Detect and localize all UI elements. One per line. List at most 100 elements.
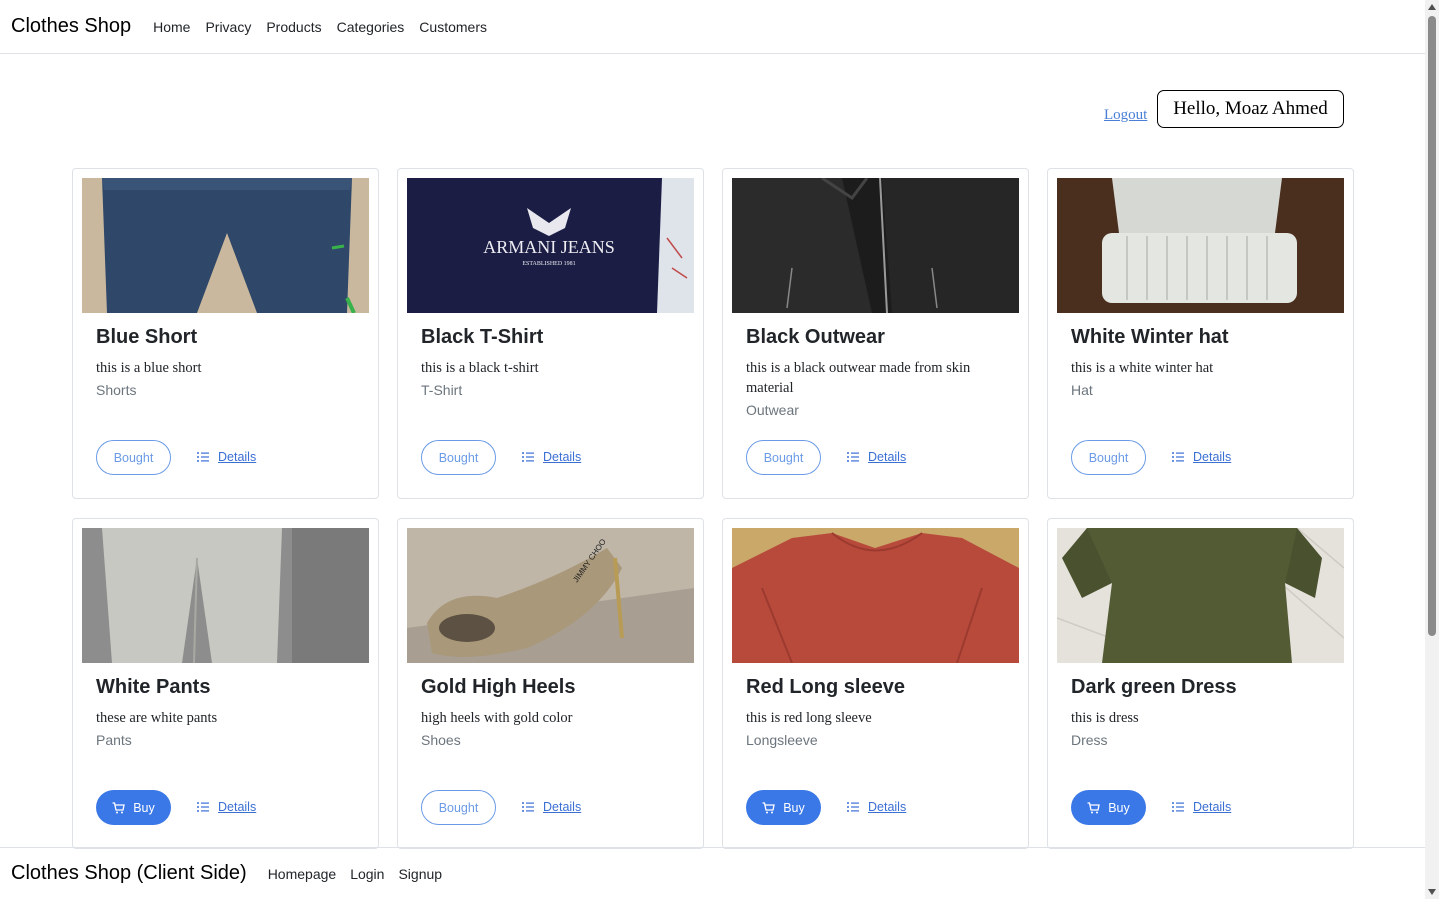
- list-icon: [197, 802, 209, 812]
- list-icon: [847, 452, 859, 462]
- product-image-red-long-sleeve: [732, 528, 1019, 663]
- nav-link-privacy[interactable]: Privacy: [205, 19, 251, 35]
- bought-button[interactable]: Bought: [746, 440, 821, 475]
- product-description: this is a white winter hat: [1071, 360, 1214, 376]
- product-category: Shoes: [421, 732, 461, 748]
- bought-button-label: Bought: [438, 450, 479, 465]
- bought-button[interactable]: Bought: [421, 440, 496, 475]
- nav-link-products[interactable]: Products: [266, 19, 321, 35]
- navbar-brand[interactable]: Clothes Shop: [11, 15, 131, 38]
- logout-link[interactable]: Logout: [1104, 107, 1147, 124]
- product-category: Shorts: [96, 382, 137, 398]
- product-title: Gold High Heels: [421, 676, 576, 698]
- product-description: this is a black t-shirt: [421, 360, 539, 376]
- product-category: T-Shirt: [421, 382, 463, 398]
- product-category: Pants: [96, 732, 132, 748]
- buy-button[interactable]: Buy: [746, 790, 821, 825]
- product-image-dark-green-dress: [1057, 528, 1344, 663]
- bought-button-label: Bought: [1088, 450, 1129, 465]
- product-description: high heels with gold color: [421, 710, 573, 726]
- details-label: Details: [218, 450, 257, 464]
- bought-button[interactable]: Bought: [421, 790, 496, 825]
- page-scrollbar[interactable]: [1425, 0, 1439, 899]
- list-icon: [847, 802, 859, 812]
- product-image-blue-short: [82, 178, 369, 313]
- product-title: Black Outwear: [746, 326, 885, 348]
- image-text-brand: ARMANI JEANS: [483, 237, 615, 257]
- scroll-up-arrow-icon[interactable]: [1428, 4, 1436, 10]
- details-label: Details: [868, 800, 907, 814]
- bought-button-label: Bought: [763, 450, 804, 465]
- details-label: Details: [1193, 800, 1232, 814]
- details-link[interactable]: Details: [1172, 450, 1231, 464]
- details-link[interactable]: Details: [197, 800, 256, 814]
- product-card: Dark green Dress this is dress Dress Buy…: [1047, 518, 1354, 849]
- product-title: Dark green Dress: [1071, 676, 1237, 698]
- product-description: this is a black outwear made from skin m…: [746, 360, 971, 396]
- product-card: White Winter hat this is a white winter …: [1047, 168, 1354, 499]
- buy-button-label: Buy: [1108, 800, 1130, 815]
- details-link[interactable]: Details: [1172, 800, 1231, 814]
- product-card: White Pants these are white pants Pants …: [72, 518, 379, 849]
- footer-link-homepage[interactable]: Homepage: [268, 866, 337, 882]
- cart-icon: [762, 801, 776, 813]
- buy-button[interactable]: Buy: [96, 790, 171, 825]
- product-description: this is red long sleeve: [746, 710, 872, 726]
- buy-button[interactable]: Buy: [1071, 790, 1146, 825]
- product-image-black-outwear: [732, 178, 1019, 313]
- list-icon: [197, 452, 209, 462]
- nav-link-categories[interactable]: Categories: [337, 19, 405, 35]
- product-title: White Pants: [96, 676, 211, 698]
- nav-link-customers[interactable]: Customers: [419, 19, 487, 35]
- product-title: Blue Short: [96, 326, 198, 348]
- nav-link-home[interactable]: Home: [153, 19, 190, 35]
- bought-button[interactable]: Bought: [96, 440, 171, 475]
- product-description: this is a blue short: [96, 360, 202, 376]
- bought-button[interactable]: Bought: [1071, 440, 1146, 475]
- product-title: Black T-Shirt: [421, 326, 544, 348]
- product-category: Longsleeve: [746, 732, 818, 748]
- product-card: Red Long sleeve this is red long sleeve …: [722, 518, 1029, 849]
- image-text-established: ESTABLISHED 1981: [522, 261, 575, 267]
- product-card: Black Outwear this is a black outwear ma…: [722, 168, 1029, 499]
- bought-button-label: Bought: [113, 450, 154, 465]
- details-label: Details: [218, 800, 257, 814]
- scroll-down-arrow-icon[interactable]: [1428, 889, 1436, 895]
- product-card: Blue Short this is a blue short Shorts B…: [72, 168, 379, 499]
- product-category: Dress: [1071, 732, 1108, 748]
- list-icon: [1172, 452, 1184, 462]
- product-category: Hat: [1071, 382, 1093, 398]
- cart-icon: [112, 801, 126, 813]
- cart-icon: [1087, 801, 1101, 813]
- scrollbar-thumb[interactable]: [1428, 16, 1436, 636]
- footer-link-signup[interactable]: Signup: [398, 866, 442, 882]
- product-card: ARMANI JEANS ESTABLISHED 1981 Black T-Sh…: [397, 168, 704, 499]
- list-icon: [1172, 802, 1184, 812]
- details-link[interactable]: Details: [522, 800, 581, 814]
- product-category: Outwear: [746, 402, 799, 418]
- product-image-white-winter-hat: [1057, 178, 1344, 313]
- product-description: this is dress: [1071, 710, 1139, 726]
- details-link[interactable]: Details: [847, 800, 906, 814]
- product-description: these are white pants: [96, 710, 218, 726]
- details-link[interactable]: Details: [197, 450, 256, 464]
- user-greeting: Hello, Moaz Ahmed: [1157, 90, 1344, 128]
- footer-navbar: Clothes Shop (Client Side) Homepage Logi…: [0, 847, 1425, 899]
- buy-button-label: Buy: [783, 800, 805, 815]
- product-image-gold-high-heels: JIMMY CHOO: [407, 528, 694, 663]
- details-link[interactable]: Details: [847, 450, 906, 464]
- footer-brand[interactable]: Clothes Shop (Client Side): [11, 862, 247, 885]
- list-icon: [522, 802, 534, 812]
- details-label: Details: [1193, 450, 1232, 464]
- product-card: JIMMY CHOO Gold High Heels high heels wi…: [397, 518, 704, 849]
- product-image-black-t-shirt: ARMANI JEANS ESTABLISHED 1981: [407, 178, 694, 313]
- details-link[interactable]: Details: [522, 450, 581, 464]
- bought-button-label: Bought: [438, 800, 479, 815]
- top-navbar: Clothes Shop Home Privacy Products Categ…: [0, 0, 1425, 54]
- details-label: Details: [543, 450, 582, 464]
- footer-link-login[interactable]: Login: [350, 866, 384, 882]
- buy-button-label: Buy: [133, 800, 155, 815]
- product-title: White Winter hat: [1071, 326, 1229, 348]
- product-title: Red Long sleeve: [746, 676, 905, 698]
- product-image-white-pants: [82, 528, 369, 663]
